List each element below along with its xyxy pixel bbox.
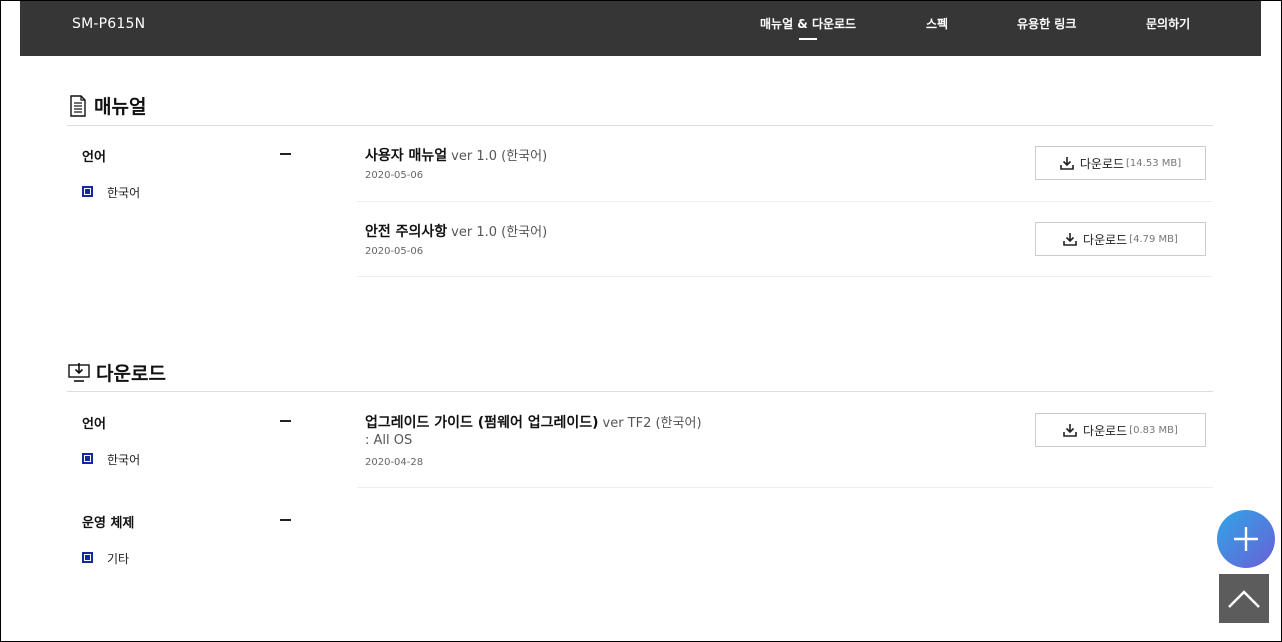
download-icon xyxy=(1063,233,1077,246)
download-icon xyxy=(1060,157,1074,170)
filter-os-label: 운영 체제 xyxy=(82,516,135,531)
download-label: 다운로드 xyxy=(1083,423,1128,438)
section-heading: 매뉴얼 xyxy=(94,96,147,118)
filter-language-label: 언어 xyxy=(82,417,106,432)
plus-icon xyxy=(1234,527,1258,551)
item-version: ver 1.0 (한국어) xyxy=(451,149,548,164)
nav-tab-manual-download[interactable]: 매뉴얼 & 다운로드 xyxy=(760,15,856,40)
checkbox-other[interactable] xyxy=(82,552,93,563)
item-name: 사용자 매뉴얼 xyxy=(365,148,448,164)
checkbox-label: 한국어 xyxy=(107,186,141,200)
window-border xyxy=(0,0,1282,642)
item-subtitle: : All OS xyxy=(365,433,413,448)
manual-section-title: 매뉴얼 xyxy=(68,92,146,119)
item-version: ver TF2 (한국어) xyxy=(602,416,702,431)
download-section-title: 다운로드 xyxy=(68,359,166,386)
section-divider xyxy=(67,125,1213,126)
download-button[interactable]: 다운로드 [4.79 MB] xyxy=(1035,222,1206,256)
download-button[interactable]: 다운로드 [0.83 MB] xyxy=(1035,413,1206,447)
file-size: [4.79 MB] xyxy=(1129,233,1178,245)
scroll-to-top-button[interactable] xyxy=(1219,574,1269,623)
item-title: 업그레이드 가이드 (펌웨어 업그레이드) ver TF2 (한국어) xyxy=(365,412,702,432)
nav-tab-spec[interactable]: 스펙 xyxy=(926,15,948,32)
download-label: 다운로드 xyxy=(1079,156,1125,171)
item-name: 업그레이드 가이드 (펌웨어 업그레이드) xyxy=(365,415,599,431)
floating-plus-button[interactable] xyxy=(1217,510,1275,568)
download-button[interactable]: 다운로드 [14.53 MB] xyxy=(1035,146,1206,180)
nav-tab-contact[interactable]: 문의하기 xyxy=(1146,15,1190,32)
model-name: SM-P615N xyxy=(72,16,146,32)
row-divider xyxy=(357,201,1213,202)
item-title: 안전 주의사항 ver 1.0 (한국어) xyxy=(365,221,547,241)
item-date: 2020-05-06 xyxy=(365,170,424,181)
checkbox-label: 한국어 xyxy=(107,453,141,467)
download-monitor-icon xyxy=(68,362,90,382)
top-navigation-bar: SM-P615N 매뉴얼 & 다운로드 스펙 유용한 링크 문의하기 xyxy=(20,0,1261,56)
row-divider xyxy=(357,487,1213,488)
nav-tab-useful-links[interactable]: 유용한 링크 xyxy=(1017,15,1076,32)
item-date: 2020-04-28 xyxy=(365,457,424,468)
section-heading: 다운로드 xyxy=(96,363,166,385)
collapse-icon[interactable] xyxy=(280,153,291,155)
checkbox-label: 기타 xyxy=(107,552,130,566)
section-divider xyxy=(67,391,1213,392)
item-title: 사용자 매뉴얼 ver 1.0 (한국어) xyxy=(365,145,547,165)
checkbox-korean[interactable] xyxy=(82,453,93,464)
item-date: 2020-05-06 xyxy=(365,246,424,257)
filter-language-label: 언어 xyxy=(82,150,106,165)
collapse-icon[interactable] xyxy=(280,420,291,422)
collapse-icon[interactable] xyxy=(280,519,291,521)
item-version: ver 1.0 (한국어) xyxy=(451,225,548,240)
file-size: [0.83 MB] xyxy=(1129,424,1178,436)
document-icon xyxy=(70,94,86,117)
download-label: 다운로드 xyxy=(1083,232,1128,247)
file-size: [14.53 MB] xyxy=(1126,157,1182,169)
item-name: 안전 주의사항 xyxy=(365,224,448,240)
row-divider xyxy=(357,276,1213,277)
checkbox-korean[interactable] xyxy=(82,186,93,197)
download-icon xyxy=(1063,424,1077,437)
chevron-up-icon xyxy=(1228,589,1260,608)
